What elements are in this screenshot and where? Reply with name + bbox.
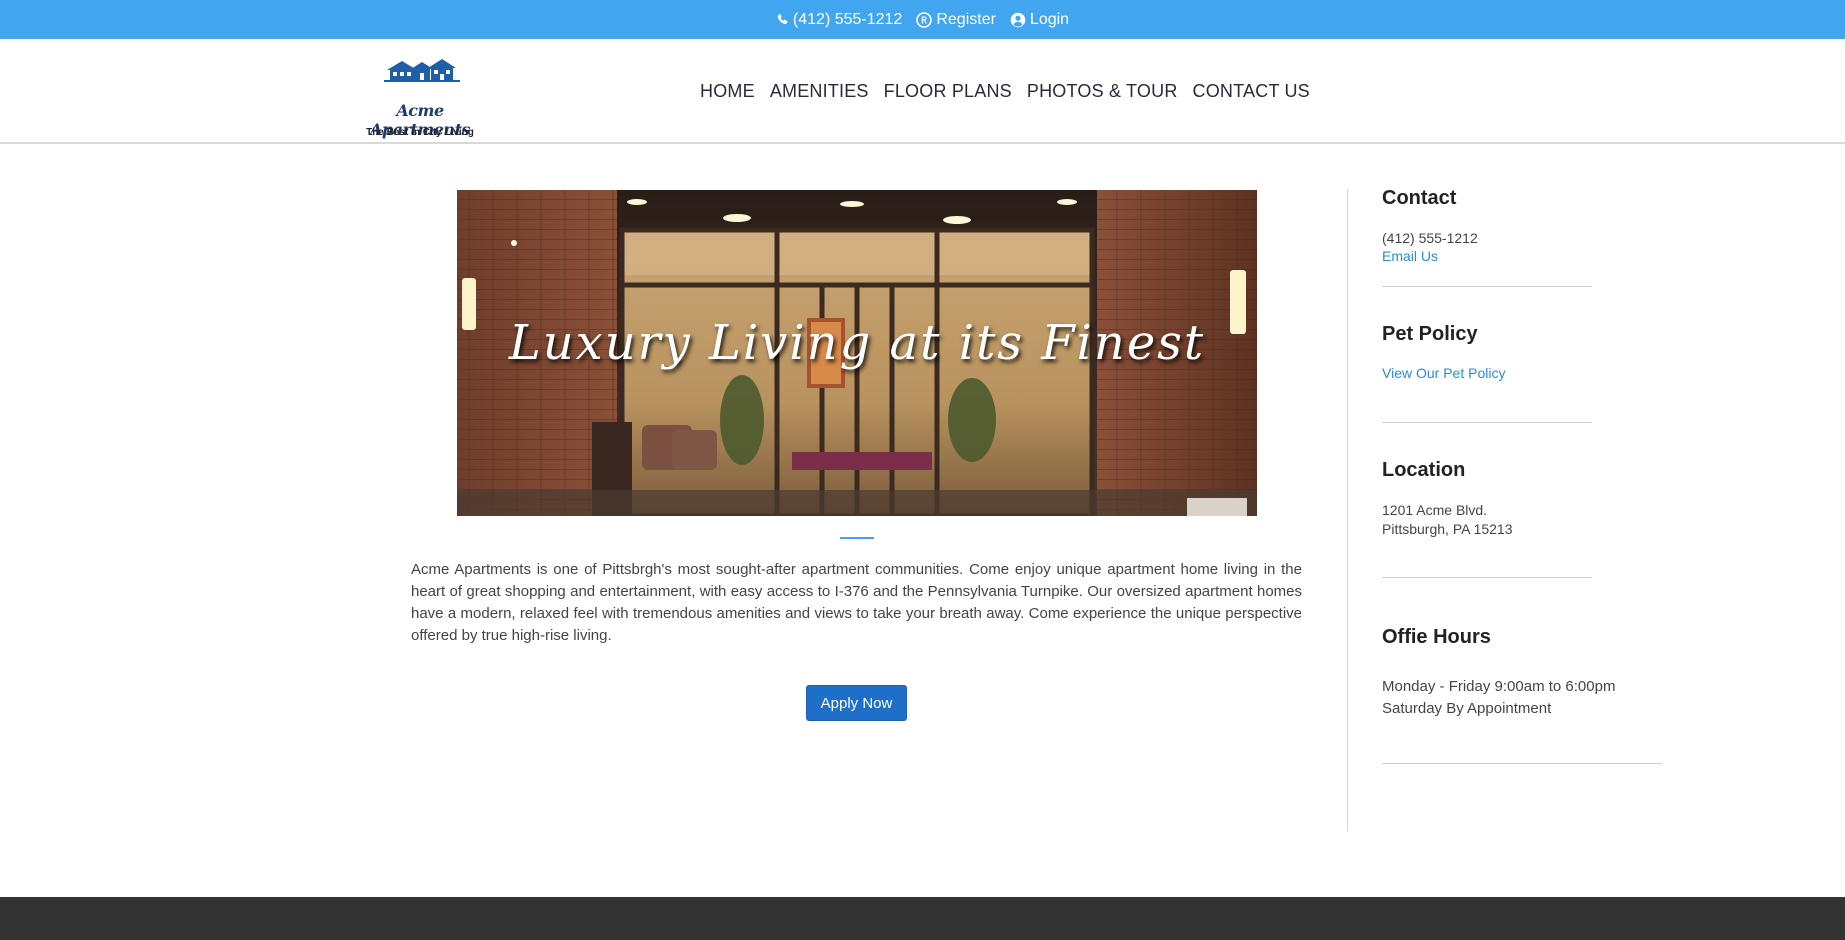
- accent-divider: [840, 537, 874, 539]
- nav-photos-tour[interactable]: PHOTOS & TOUR: [1027, 81, 1178, 102]
- login-link-text: Login: [1029, 10, 1070, 28]
- nav-amenities[interactable]: AMENITIES: [770, 81, 869, 102]
- pet-policy-link[interactable]: View Our Pet Policy: [1382, 365, 1505, 381]
- topbar-phone-text: (412) 555-1212: [792, 10, 903, 28]
- nav-floor-plans[interactable]: FLOOR PLANS: [884, 81, 1012, 102]
- contact-phone: (412) 555-1212: [1382, 230, 1478, 246]
- registered-icon: [916, 11, 933, 28]
- house-logo-icon: [384, 59, 460, 82]
- sidebar-divider: [1347, 189, 1348, 831]
- sidebar-rule: [1382, 286, 1592, 287]
- site-footer: [0, 897, 1845, 940]
- site-header: Acme Apartments The Best in City Living …: [0, 39, 1845, 144]
- phone-icon: [777, 13, 788, 25]
- apply-now-button[interactable]: Apply Now: [806, 685, 907, 721]
- user-circle-icon: [1010, 12, 1026, 27]
- sidebar-rule: [1382, 422, 1592, 423]
- address-line-2: Pittsburgh, PA 15213: [1382, 521, 1513, 537]
- main-nav: HOME AMENITIES FLOOR PLANS PHOTOS & TOUR…: [700, 39, 1325, 144]
- hours-line-2: Saturday By Appointment: [1382, 700, 1552, 717]
- site-logo[interactable]: Acme Apartments The Best in City Living: [356, 57, 486, 139]
- logo-tagline: The Best in City Living: [366, 127, 474, 138]
- top-bar: (412) 555-1212 Register Login: [0, 0, 1845, 39]
- hero-banner: Luxury Living at its Finest: [457, 190, 1257, 516]
- register-link[interactable]: Register: [916, 11, 996, 29]
- contact-heading: Contact: [1382, 187, 1457, 209]
- pet-policy-heading: Pet Policy: [1382, 323, 1478, 345]
- topbar-phone[interactable]: (412) 555-1212: [776, 11, 902, 29]
- login-link[interactable]: Login: [1010, 11, 1069, 29]
- sidebar-rule: [1382, 577, 1592, 578]
- hours-line-1: Monday - Friday 9:00am to 6:00pm: [1382, 678, 1616, 695]
- intro-paragraph: Acme Apartments is one of Pittsbrgh's mo…: [411, 561, 1302, 644]
- sidebar-rule: [1382, 763, 1662, 764]
- nav-home[interactable]: HOME: [700, 81, 755, 102]
- nav-contact-us[interactable]: CONTACT US: [1193, 81, 1310, 102]
- address-line-1: 1201 Acme Blvd.: [1382, 502, 1488, 518]
- email-us-link[interactable]: Email Us: [1382, 248, 1438, 264]
- hero-title: Luxury Living at its Finest: [508, 315, 1206, 371]
- register-link-text: Register: [936, 10, 996, 28]
- office-hours-heading: Offie Hours: [1382, 626, 1491, 648]
- location-heading: Location: [1382, 459, 1466, 481]
